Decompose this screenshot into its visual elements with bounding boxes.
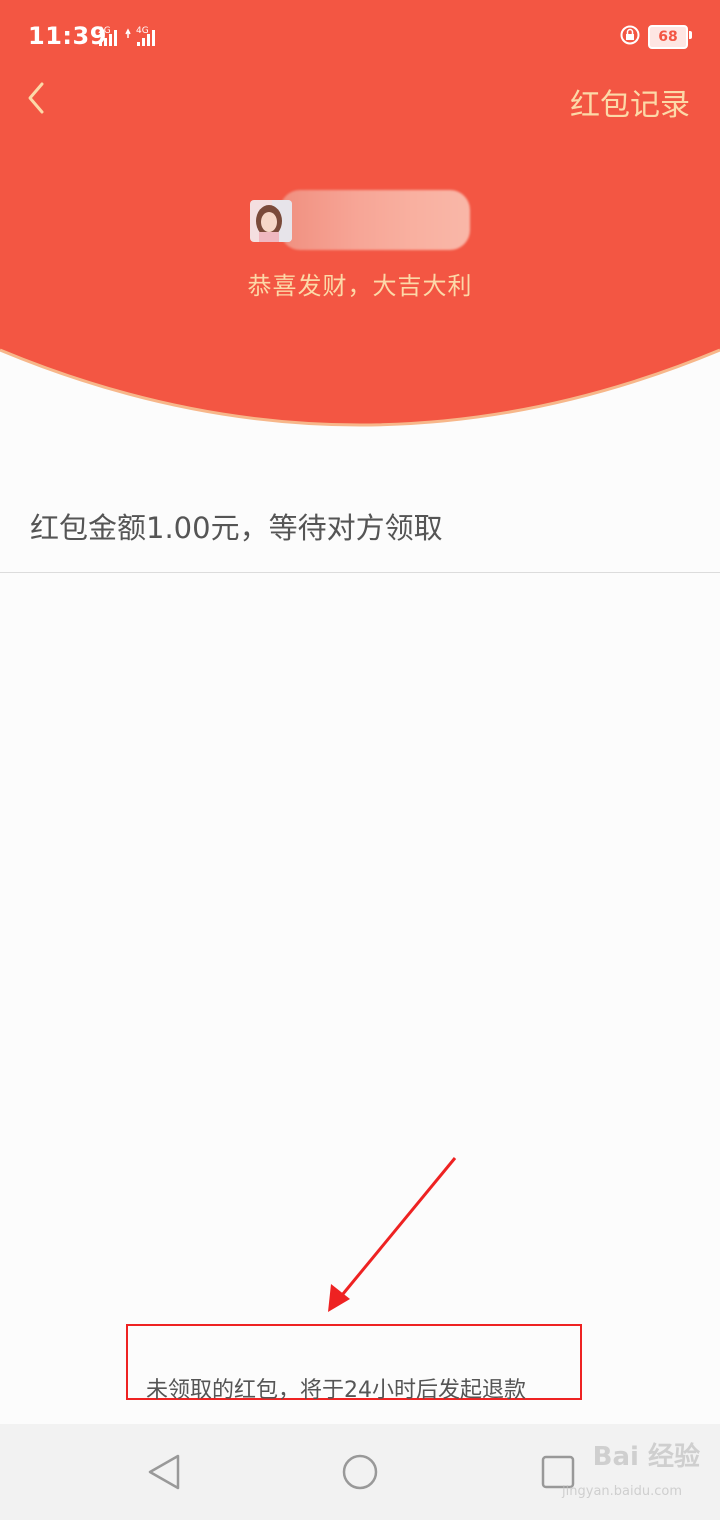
rotation-lock-icon (620, 25, 640, 45)
signal-icon: 2G (98, 26, 117, 46)
amount-status: 红包金额1.00元，等待对方领取 (30, 511, 443, 545)
signal-icon-4g: 4G (136, 26, 155, 46)
refund-note: 未领取的红包，将于24小时后发起退款 (146, 1378, 526, 1403)
nav-home-icon[interactable] (340, 1452, 380, 1492)
sender-name-redacted (280, 190, 470, 250)
battery-icon: 68 (648, 25, 688, 49)
status-bar: 11:39 2G 4G 68 (0, 0, 720, 72)
svg-text:4G: 4G (136, 26, 149, 36)
sender-avatar[interactable] (250, 200, 292, 242)
divider (0, 572, 720, 573)
status-time: 11:39 (28, 22, 107, 50)
blessing-message: 恭喜发财，大吉大利 (247, 272, 473, 300)
baidu-watermark: Bai 经验 (592, 1442, 700, 1472)
svg-text:2G: 2G (98, 26, 111, 36)
back-arrow-icon[interactable] (18, 76, 58, 120)
red-packet-records-link[interactable]: 红包记录 (570, 80, 690, 124)
baidu-watermark-url: jingyan.baidu.com (562, 1484, 682, 1499)
nav-back-icon[interactable] (146, 1452, 182, 1492)
data-transfer-icon (125, 28, 131, 38)
battery-tip (689, 31, 692, 39)
